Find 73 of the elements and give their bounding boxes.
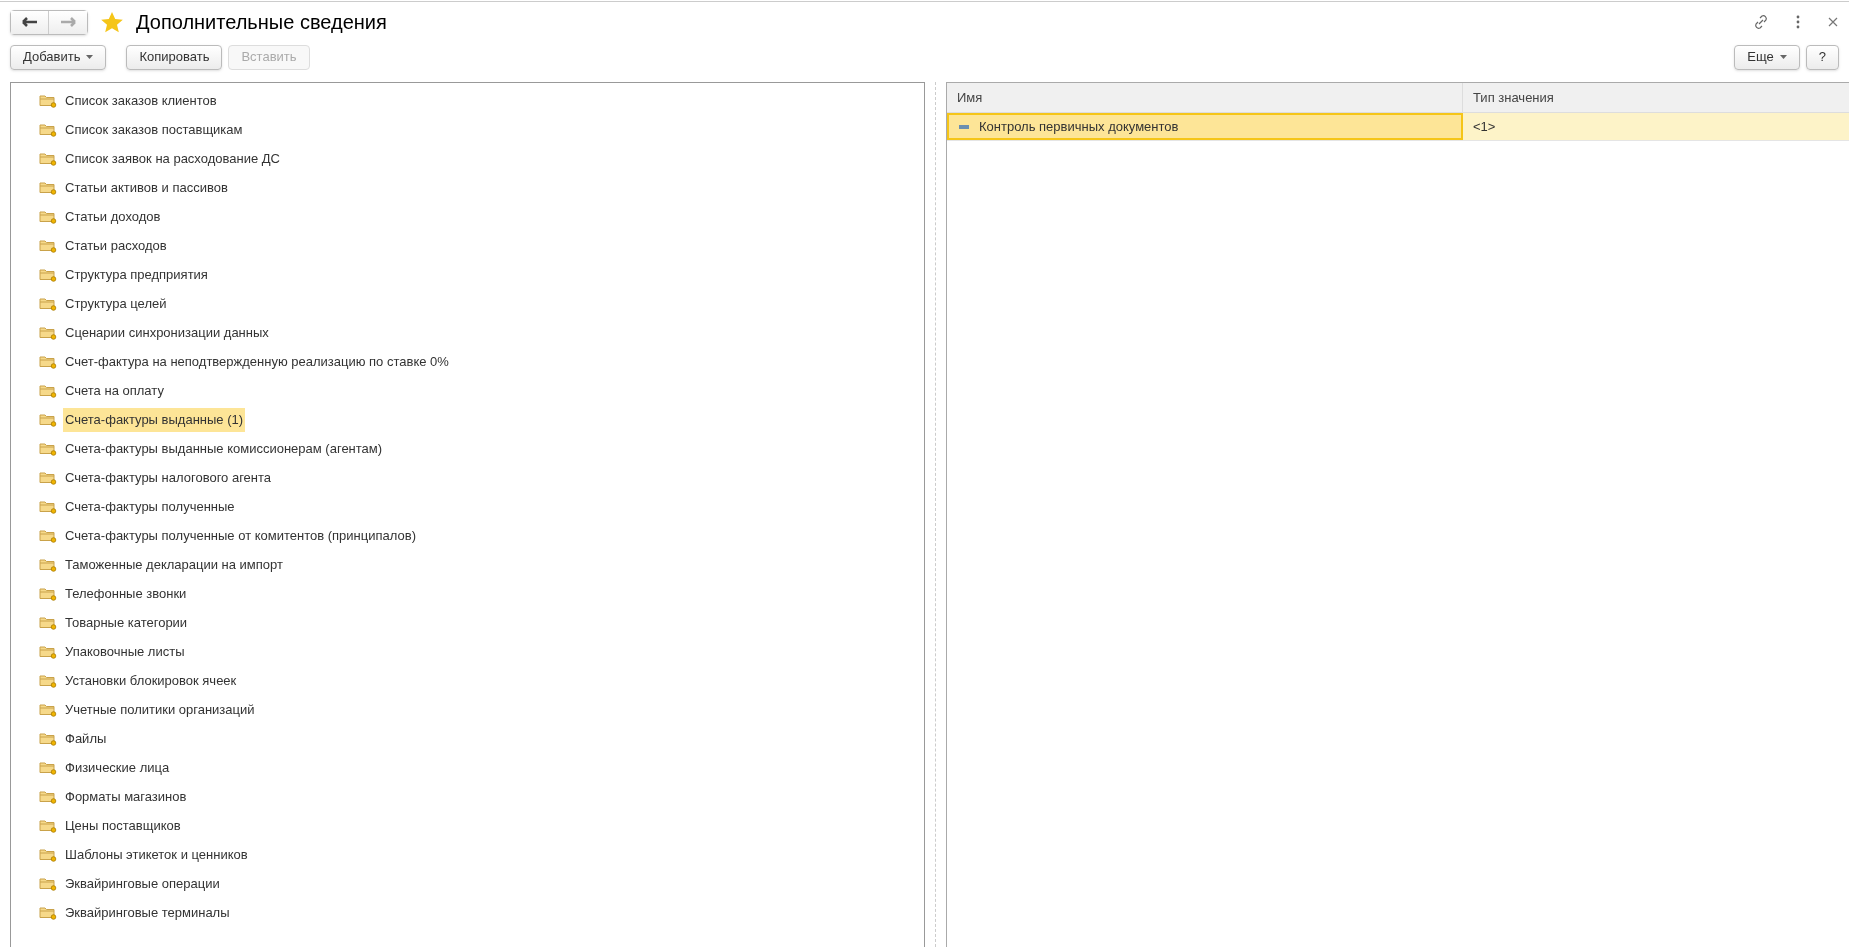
tree-item[interactable]: Форматы магазинов — [63, 784, 189, 809]
tree-item[interactable]: Упаковочные листы — [63, 639, 187, 664]
tree-item[interactable]: Статьи активов и пассивов — [63, 175, 230, 200]
folder-icon — [39, 93, 57, 108]
folder-icon — [39, 238, 57, 253]
folder-icon — [39, 412, 57, 427]
tree-item[interactable]: Телефонные звонки — [63, 581, 189, 606]
folder-icon — [39, 209, 57, 224]
folder-icon — [39, 267, 57, 282]
folder-icon — [39, 760, 57, 775]
folder-icon — [39, 644, 57, 659]
folder-icon — [39, 847, 57, 862]
folder-icon — [39, 441, 57, 456]
tree-item[interactable]: Установки блокировок ячеек — [63, 668, 239, 693]
back-button[interactable] — [11, 10, 49, 34]
tree-item[interactable]: Список заказов поставщикам — [63, 117, 245, 142]
folder-icon — [39, 702, 57, 717]
tree-item[interactable]: Таможенные декларации на импорт — [63, 552, 285, 577]
close-icon[interactable] — [1827, 16, 1839, 28]
folder-icon — [39, 180, 57, 195]
tree-item[interactable]: Учетные политики организаций — [63, 697, 257, 722]
folder-icon — [39, 151, 57, 166]
folder-icon — [39, 818, 57, 833]
column-header[interactable]: Тип значения — [1463, 83, 1849, 112]
folder-icon — [39, 789, 57, 804]
table-row[interactable]: Контроль первичных документов <1> — [947, 113, 1849, 141]
tree-item[interactable]: Эквайринговые операции — [63, 871, 222, 896]
tree-item[interactable]: Статьи доходов — [63, 204, 163, 229]
tree-item[interactable]: Счета-фактуры выданные (1) — [63, 407, 246, 432]
toolbar-button[interactable]: Копировать — [126, 44, 223, 70]
tree-item[interactable]: Список заказов клиентов — [63, 88, 219, 113]
tree-item[interactable]: Файлы — [63, 726, 109, 751]
tree-item[interactable]: Сценарии синхронизации данных — [63, 320, 271, 345]
star-icon[interactable] — [100, 10, 124, 34]
folder-icon — [39, 876, 57, 891]
tree-item[interactable]: Физические лица — [63, 755, 172, 780]
folder-icon — [39, 615, 57, 630]
property-icon — [959, 124, 969, 129]
tree-item[interactable]: Счета-фактуры выданные комиссионерам (агентам) — [63, 436, 385, 461]
folder-icon — [39, 383, 57, 398]
tree-item[interactable]: Счета-фактуры налогового агента — [63, 465, 274, 490]
folder-icon — [39, 296, 57, 311]
toolbar-button[interactable]: Добавить — [10, 44, 107, 70]
tree-item[interactable]: Товарные категории — [63, 610, 190, 635]
window-title: Дополнительные сведения — [136, 10, 387, 35]
folder-icon — [39, 586, 57, 601]
tree-item[interactable]: Структура целей — [63, 291, 169, 316]
tree-item[interactable]: Список заявок на расходование ДС — [63, 146, 282, 171]
tree-item[interactable]: Эквайринговые терминалы — [63, 900, 232, 925]
tree-item[interactable]: Счета-фактуры полученные — [63, 494, 237, 519]
folder-icon — [39, 528, 57, 543]
tree-item[interactable]: Статьи расходов — [63, 233, 169, 258]
folder-icon — [39, 499, 57, 514]
tree-item[interactable]: Структура предприятия — [63, 262, 210, 287]
table-cell: Контроль первичных документов — [947, 113, 1463, 140]
folder-icon — [39, 354, 57, 369]
link-icon[interactable] — [1753, 14, 1769, 30]
tree-item[interactable]: Счета-фактуры полученные от комитентов (принципалов) — [63, 523, 418, 548]
folder-icon — [39, 470, 57, 485]
table-cell-text: <1> — [1472, 117, 1497, 136]
folder-icon — [39, 325, 57, 340]
folder-icon — [39, 122, 57, 137]
tree-item[interactable]: Счета на оплату — [63, 378, 166, 403]
folder-icon — [39, 731, 57, 746]
column-header[interactable]: Имя — [947, 83, 1463, 112]
toolbar-button[interactable]: ? — [1805, 44, 1839, 70]
folder-icon — [39, 557, 57, 572]
tree-item[interactable]: Шаблоны этикеток и ценников — [63, 842, 250, 867]
tree-item[interactable]: Цены поставщиков — [63, 813, 183, 838]
folder-icon — [39, 673, 57, 688]
folder-icon — [39, 905, 57, 920]
tree-item[interactable]: Счет-фактура на неподтвержденную реализацию по ставке 0% — [63, 349, 451, 374]
toolbar-button[interactable]: Еще — [1734, 44, 1800, 70]
